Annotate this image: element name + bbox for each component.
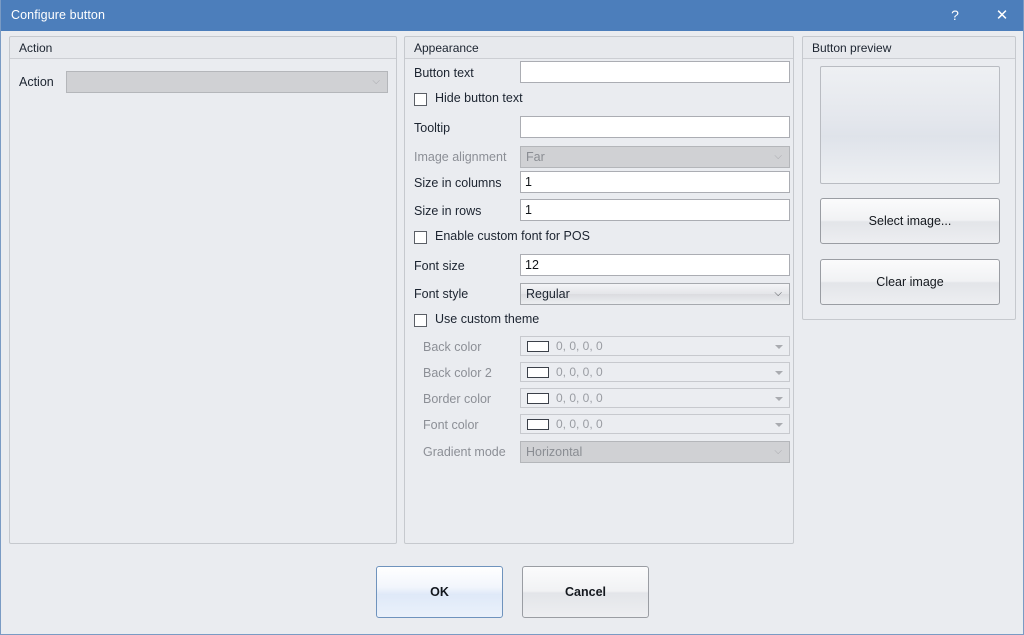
color-swatch — [527, 367, 549, 378]
checkbox-box — [414, 93, 427, 106]
color-swatch — [527, 341, 549, 352]
help-icon[interactable]: ? — [932, 0, 978, 31]
back-color-label: Back color — [423, 340, 481, 354]
chevron-down-icon — [775, 371, 783, 375]
clear-image-button[interactable]: Clear image — [820, 259, 1000, 305]
gradient-mode-value: Horizontal — [526, 445, 582, 459]
title-bar: Configure button ? ✕ — [1, 0, 1024, 31]
chevron-down-icon: ⌵ — [774, 442, 782, 462]
chevron-down-icon — [775, 423, 783, 427]
use-custom-theme-label: Use custom theme — [435, 312, 539, 326]
action-group: Action Action ⌵ — [9, 36, 397, 544]
chevron-down-icon: ⌵ — [774, 147, 782, 167]
font-color-combobox[interactable]: 0, 0, 0, 0 — [520, 414, 790, 434]
font-color-label: Font color — [423, 418, 479, 432]
font-size-label: Font size — [414, 259, 465, 273]
tooltip-input[interactable] — [520, 116, 790, 138]
appearance-group-header: Appearance — [405, 37, 793, 59]
tooltip-label: Tooltip — [414, 121, 450, 135]
configure-button-dialog: Configure button ? ✕ Action Action ⌵ App… — [0, 0, 1024, 635]
size-in-columns-input[interactable] — [520, 171, 790, 193]
button-preview-surface — [820, 66, 1000, 184]
border-color-value: 0, 0, 0, 0 — [556, 389, 603, 407]
hide-button-text-label: Hide button text — [435, 91, 523, 105]
window-title: Configure button — [11, 8, 105, 22]
chevron-down-icon: ⌵ — [372, 72, 380, 92]
back-color-2-value: 0, 0, 0, 0 — [556, 363, 603, 381]
image-alignment-value: Far — [526, 150, 545, 164]
select-image-button[interactable]: Select image... — [820, 198, 1000, 244]
size-in-columns-label: Size in columns — [414, 176, 502, 190]
chevron-down-icon: ⌵ — [774, 284, 782, 304]
image-alignment-combobox[interactable]: Far ⌵ — [520, 146, 790, 168]
button-text-label: Button text — [414, 66, 474, 80]
action-group-header: Action — [10, 37, 396, 59]
back-color-2-combobox[interactable]: 0, 0, 0, 0 — [520, 362, 790, 382]
ok-button[interactable]: OK — [376, 566, 503, 618]
button-preview-group-header: Button preview — [803, 37, 1015, 59]
font-style-combobox[interactable]: Regular ⌵ — [520, 283, 790, 305]
image-alignment-label: Image alignment — [414, 150, 506, 164]
gradient-mode-label: Gradient mode — [423, 445, 506, 459]
button-preview-group: Button preview Select image... Clear ima… — [802, 36, 1016, 320]
color-swatch — [527, 393, 549, 404]
button-text-input[interactable] — [520, 61, 790, 83]
font-size-input[interactable] — [520, 254, 790, 276]
appearance-group: Appearance Button text Hide button text … — [404, 36, 794, 544]
font-style-value: Regular — [526, 287, 570, 301]
border-color-label: Border color — [423, 392, 491, 406]
back-color-value: 0, 0, 0, 0 — [556, 337, 603, 355]
enable-custom-font-label: Enable custom font for POS — [435, 229, 590, 243]
checkbox-box — [414, 231, 427, 244]
size-in-rows-input[interactable] — [520, 199, 790, 221]
color-swatch — [527, 419, 549, 430]
font-style-label: Font style — [414, 287, 468, 301]
gradient-mode-combobox[interactable]: Horizontal ⌵ — [520, 441, 790, 463]
action-label: Action — [19, 75, 54, 89]
action-combobox[interactable]: ⌵ — [66, 71, 388, 93]
chevron-down-icon — [775, 397, 783, 401]
back-color-combobox[interactable]: 0, 0, 0, 0 — [520, 336, 790, 356]
size-in-rows-label: Size in rows — [414, 204, 481, 218]
checkbox-box — [414, 314, 427, 327]
cancel-button[interactable]: Cancel — [522, 566, 649, 618]
chevron-down-icon — [775, 345, 783, 349]
font-color-value: 0, 0, 0, 0 — [556, 415, 603, 433]
back-color-2-label: Back color 2 — [423, 366, 492, 380]
border-color-combobox[interactable]: 0, 0, 0, 0 — [520, 388, 790, 408]
close-icon[interactable]: ✕ — [979, 0, 1024, 31]
